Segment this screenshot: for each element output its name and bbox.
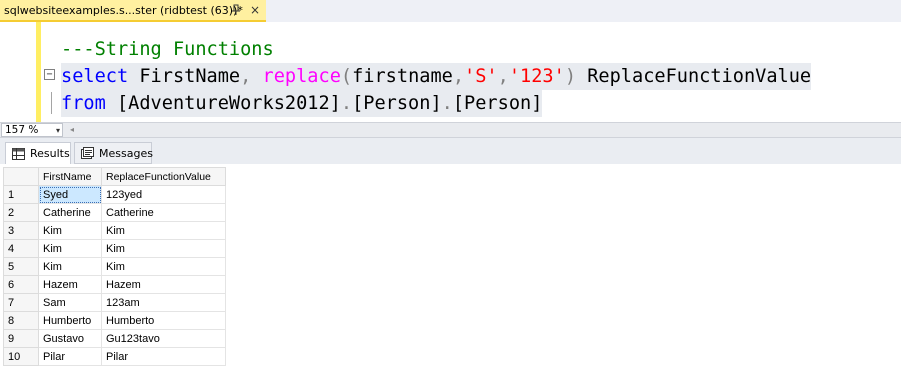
table-row: 2 Catherine Catherine [3,203,226,222]
change-tracking-bar [36,22,41,122]
grid-cell-firstname[interactable]: Pilar [38,347,102,366]
grid-cell-replacefunctionvalue[interactable]: 123yed [101,185,226,204]
keyword-select: select [61,66,129,87]
results-grid: FirstName ReplaceFunctionValue 1 Syed 123y… [3,167,226,366]
grid-cell-replacefunctionvalue[interactable]: Kim [101,239,226,258]
argument-token: firstname [352,66,453,87]
grid-cell-firstname[interactable]: Catherine [38,203,102,222]
grid-cell-replacefunctionvalue[interactable]: 123am [101,293,226,312]
column-header-replacefunctionvalue[interactable]: ReplaceFunctionValue [101,167,226,186]
table-row: 9 Gustavo Gu123tavo [3,329,226,348]
row-number[interactable]: 6 [3,275,39,294]
schema-token: [Person] [352,93,442,114]
grid-cell-firstname[interactable]: Syed [38,185,102,204]
grid-cell-replacefunctionvalue[interactable]: Gu123tavo [101,329,226,348]
row-number[interactable]: 4 [3,239,39,258]
grid-cell-replacefunctionvalue[interactable]: Kim [101,221,226,240]
results-grid-area: FirstName ReplaceFunctionValue 1 Syed 123y… [0,164,901,373]
grid-corner-cell[interactable] [3,167,39,186]
grid-cell-firstname[interactable]: Sam [38,293,102,312]
row-number[interactable]: 1 [3,185,39,204]
table-row: 3 Kim Kim [3,221,226,240]
grid-cell-firstname[interactable]: Kim [38,221,102,240]
code-line-from[interactable]: from [AdventureWorks2012].[Person].[Pers… [61,90,543,117]
grid-cell-firstname[interactable]: Humberto [38,311,102,330]
zoom-value: 157 % [5,124,39,136]
zoom-dropdown[interactable]: 157 % ▾ [1,123,63,137]
grid-cell-firstname[interactable]: Kim [38,239,102,258]
grid-cell-firstname[interactable]: Gustavo [38,329,102,348]
query-tab-title: sqlwebsiteexamples.s...ster (ridbtest (6… [4,3,243,17]
function-token: replace [251,66,341,87]
column-header-firstname[interactable]: FirstName [38,167,102,186]
scroll-left-icon[interactable]: ◂ [68,125,76,135]
paren-close-token: ) [564,66,577,87]
row-number[interactable]: 5 [3,257,39,276]
dot-token: . [340,93,353,114]
keyword-from: from [61,93,106,114]
pin-icon[interactable] [229,3,243,17]
database-token: [AdventureWorks2012] [105,93,341,114]
row-number[interactable]: 9 [3,329,39,348]
grid-cell-firstname[interactable]: Hazem [38,275,102,294]
string-token: '123' [508,66,565,87]
grid-cell-replacefunctionvalue[interactable]: Kim [101,257,226,276]
table-row: 10 Pilar Pilar [3,347,226,366]
string-token: 'S' [464,66,498,87]
comment-token: ---String Functions [61,39,274,60]
sql-editor[interactable]: − ---String Functions select FirstName, … [0,22,901,122]
grid-cell-firstname[interactable]: Kim [38,257,102,276]
table-row: 8 Humberto Humberto [3,311,226,330]
comma-token: , [497,66,509,87]
query-document-tab[interactable]: sqlwebsiteexamples.s...ster (ridbtest (6… [0,0,266,22]
grid-cell-replacefunctionvalue[interactable]: Catherine [101,203,226,222]
grid-cell-replacefunctionvalue[interactable]: Humberto [101,311,226,330]
row-number[interactable]: 10 [3,347,39,366]
results-tab-bar: Results Messages [0,138,901,164]
code-line-select[interactable]: select FirstName, replace(firstname,'S',… [61,63,812,90]
chevron-down-icon[interactable]: ▾ [56,124,60,137]
code-line-comment[interactable]: ---String Functions [61,36,274,63]
fold-guide-line [51,92,52,114]
row-number[interactable]: 3 [3,221,39,240]
messages-icon [81,147,94,159]
row-number[interactable]: 7 [3,293,39,312]
comma-token: , [240,66,252,87]
table-row: 4 Kim Kim [3,239,226,258]
tab-messages[interactable]: Messages [74,142,153,164]
table-row: 6 Hazem Hazem [3,275,226,294]
table-token: [Person] [452,93,543,114]
alias-token: ReplaceFunctionValue [576,66,812,87]
table-row: 7 Sam 123am [3,293,226,312]
tab-results[interactable]: Results [5,142,71,164]
collapse-icon[interactable]: − [44,69,55,80]
grid-cell-replacefunctionvalue[interactable]: Hazem [101,275,226,294]
paren-open-token: ( [340,66,353,87]
tab-messages-label: Messages [99,146,153,160]
column-token: FirstName [128,66,241,87]
table-row: 1 Syed 123yed [3,185,226,204]
grid-cell-replacefunctionvalue[interactable]: Pilar [101,347,226,366]
row-number[interactable]: 2 [3,203,39,222]
document-tab-strip: sqlwebsiteexamples.s...ster (ridbtest (6… [0,0,901,22]
tab-results-label: Results [30,147,70,160]
row-number[interactable]: 8 [3,311,39,330]
close-icon[interactable]: × [248,3,262,17]
comma-token: , [452,66,465,87]
zoom-bar: 157 % ▾ ◂ [0,122,901,138]
editor-gutter [0,22,38,122]
dot-token: . [441,93,453,114]
table-row: 5 Kim Kim [3,257,226,276]
grid-header-row: FirstName ReplaceFunctionValue [3,167,226,186]
grid-icon [12,147,25,160]
